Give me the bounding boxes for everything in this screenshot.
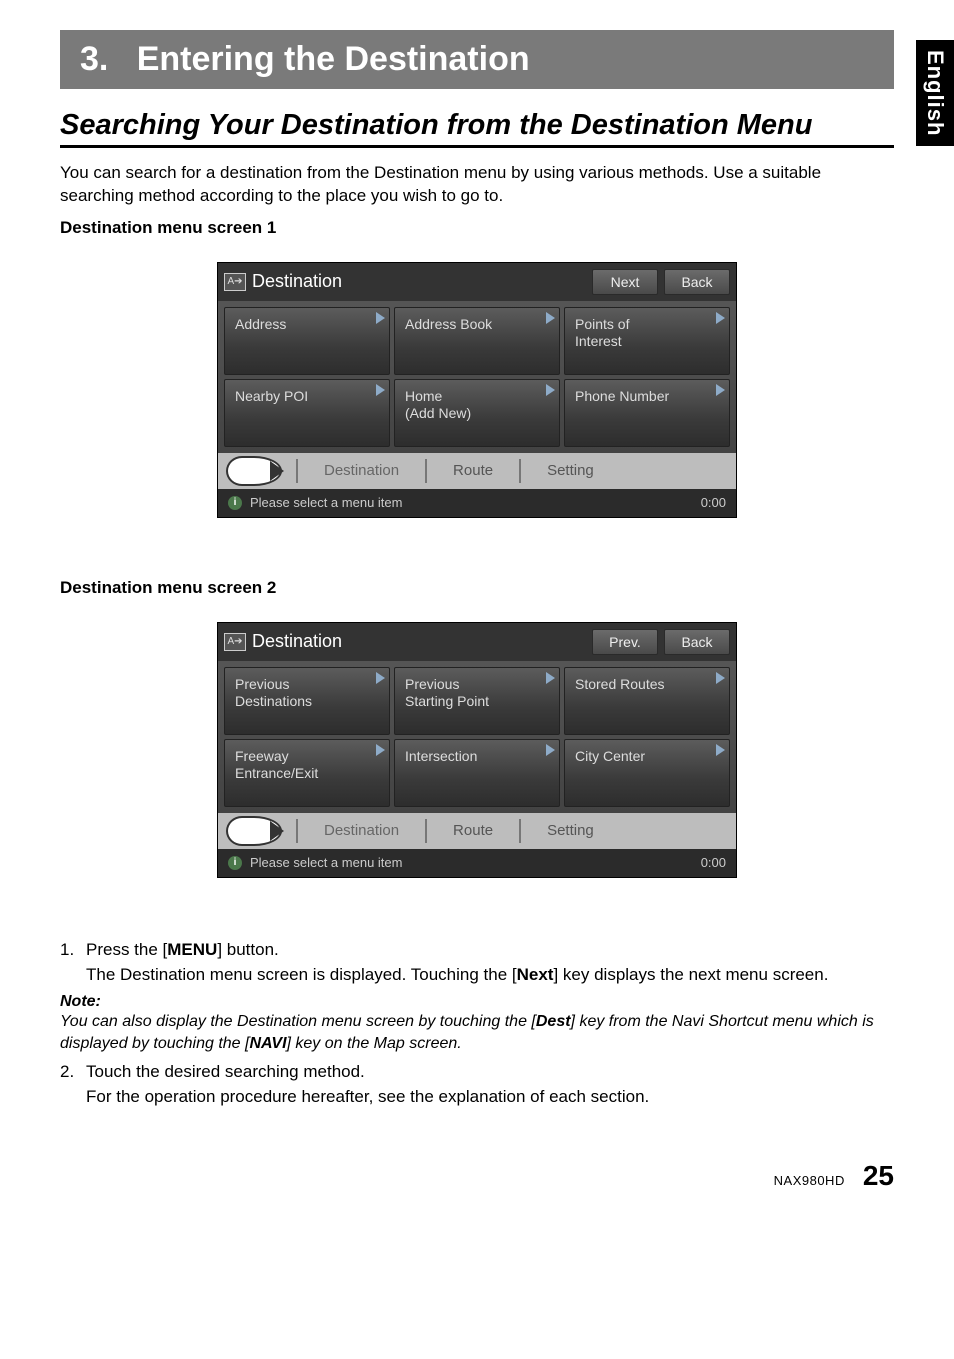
back-button[interactable]: Back xyxy=(664,269,730,295)
tab-setting[interactable]: Setting xyxy=(529,462,612,479)
map-return-icon[interactable] xyxy=(226,456,282,486)
screen1-header: A➔ Destination Next Back xyxy=(218,263,736,301)
home-button[interactable]: Home (Add New) xyxy=(394,379,560,447)
model-label: NAX980HD xyxy=(774,1173,845,1188)
next-button[interactable]: Next xyxy=(592,269,658,295)
map-return-icon[interactable] xyxy=(226,816,282,846)
page-number: 25 xyxy=(863,1160,894,1192)
screen1-tab-row: Destination Route Setting xyxy=(218,453,736,489)
note-heading: Note: xyxy=(60,993,894,1011)
screen2-title: Destination xyxy=(252,631,342,652)
dest-key-label: Dest xyxy=(536,1013,571,1030)
intro-paragraph: You can search for a destination from th… xyxy=(60,162,894,208)
section-rule xyxy=(60,145,894,148)
screen1-status-bar: i Please select a menu item 0:00 xyxy=(218,489,736,517)
instruction-list-cont: 2. Touch the desired searching method. F… xyxy=(60,1060,894,1109)
city-center-button[interactable]: City Center xyxy=(564,739,730,807)
status-time: 0:00 xyxy=(701,855,726,870)
nearby-poi-button[interactable]: Nearby POI xyxy=(224,379,390,447)
text: Touch the desired searching method. xyxy=(86,1062,365,1081)
screen1-caption: Destination menu screen 1 xyxy=(60,218,894,238)
instruction-step-2: 2. Touch the desired searching method. F… xyxy=(60,1060,894,1109)
screen1-menu-grid: Address Address Book Points of Interest … xyxy=(218,301,736,453)
step-number: 1. xyxy=(60,938,86,987)
screen2-menu-grid: Previous Destinations Previous Starting … xyxy=(218,661,736,813)
tab-destination[interactable]: Destination xyxy=(306,462,417,479)
text: Press the [ xyxy=(86,940,167,959)
destination-screen-1: A➔ Destination Next Back Address Address… xyxy=(217,262,737,518)
destination-icon: A➔ xyxy=(224,633,246,651)
chapter-heading: 3. Entering the Destination xyxy=(60,30,894,89)
screen2-tab-row: Destination Route Setting xyxy=(218,813,736,849)
back-button[interactable]: Back xyxy=(664,629,730,655)
text: You can also display the Destination men… xyxy=(60,1013,536,1030)
destination-screen-2: A➔ Destination Prev. Back Previous Desti… xyxy=(217,622,737,878)
text: ] button. xyxy=(217,940,278,959)
status-time: 0:00 xyxy=(701,495,726,510)
screen2-caption: Destination menu screen 2 xyxy=(60,578,894,598)
chapter-title: Entering the Destination xyxy=(137,40,530,78)
previous-destinations-button[interactable]: Previous Destinations xyxy=(224,667,390,735)
step-number: 2. xyxy=(60,1060,86,1109)
section-title: Searching Your Destination from the Dest… xyxy=(60,109,894,142)
info-icon: i xyxy=(228,856,242,870)
language-tab: English xyxy=(916,40,954,146)
instruction-step-1: 1. Press the [MENU] button. The Destinat… xyxy=(60,938,894,987)
tab-setting[interactable]: Setting xyxy=(529,822,612,839)
text: The Destination menu screen is displayed… xyxy=(86,965,517,984)
status-text: Please select a menu item xyxy=(250,495,402,510)
note-body: You can also display the Destination men… xyxy=(60,1011,894,1054)
divider xyxy=(296,819,298,843)
screen1-title: Destination xyxy=(252,271,342,292)
freeway-entrance-exit-button[interactable]: Freeway Entrance/Exit xyxy=(224,739,390,807)
divider xyxy=(425,459,427,483)
menu-key-label: MENU xyxy=(167,940,217,959)
info-icon: i xyxy=(228,496,242,510)
divider xyxy=(519,819,521,843)
text: For the operation procedure hereafter, s… xyxy=(86,1087,649,1106)
poi-button[interactable]: Points of Interest xyxy=(564,307,730,375)
address-book-button[interactable]: Address Book xyxy=(394,307,560,375)
page-footer: NAX980HD 25 xyxy=(0,1160,954,1192)
tab-destination[interactable]: Destination xyxy=(306,822,417,839)
navi-key-label: NAVI xyxy=(249,1035,286,1052)
screen2-header: A➔ Destination Prev. Back xyxy=(218,623,736,661)
destination-icon: A➔ xyxy=(224,273,246,291)
intersection-button[interactable]: Intersection xyxy=(394,739,560,807)
divider xyxy=(296,459,298,483)
tab-route[interactable]: Route xyxy=(435,462,511,479)
prev-button[interactable]: Prev. xyxy=(592,629,658,655)
phone-number-button[interactable]: Phone Number xyxy=(564,379,730,447)
instruction-list: 1. Press the [MENU] button. The Destinat… xyxy=(60,938,894,987)
screen2-status-bar: i Please select a menu item 0:00 xyxy=(218,849,736,877)
stored-routes-button[interactable]: Stored Routes xyxy=(564,667,730,735)
previous-starting-point-button[interactable]: Previous Starting Point xyxy=(394,667,560,735)
next-key-label: Next xyxy=(517,965,554,984)
divider xyxy=(519,459,521,483)
address-button[interactable]: Address xyxy=(224,307,390,375)
chapter-number: 3. xyxy=(80,40,108,78)
tab-route[interactable]: Route xyxy=(435,822,511,839)
divider xyxy=(425,819,427,843)
status-text: Please select a menu item xyxy=(250,855,402,870)
text: ] key displays the next menu screen. xyxy=(553,965,828,984)
text: ] key on the Map screen. xyxy=(287,1035,462,1052)
